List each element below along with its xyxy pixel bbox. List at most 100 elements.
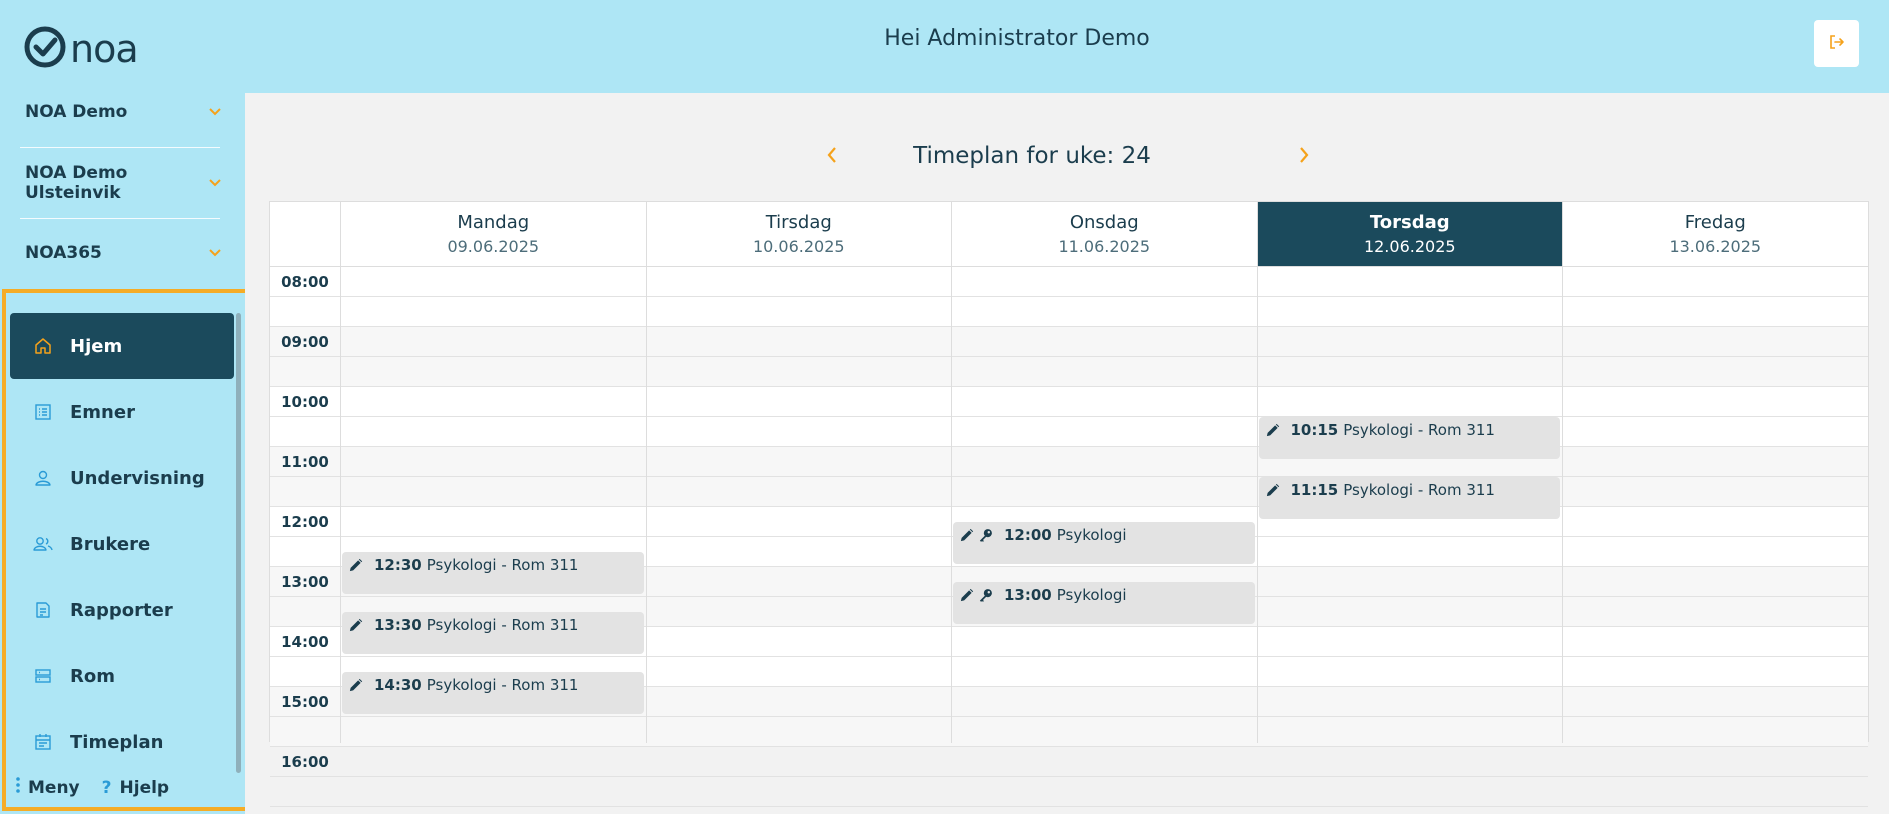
pencil-icon[interactable]: [1265, 483, 1284, 502]
room-icon: [10, 667, 70, 685]
day-date: 12.06.2025: [1363, 237, 1456, 256]
org-label: NOA Demo: [25, 102, 128, 122]
sidebar-footer: Meny ? Hjelp: [16, 777, 191, 798]
main-content: Timeplan for uke: 24 Mandag 09.06.2025 Tir…: [245, 93, 1889, 814]
next-week-button[interactable]: [1289, 139, 1319, 175]
event-icons: [1265, 423, 1284, 442]
sidebar-item-label: Brukere: [70, 533, 151, 555]
week-title: Timeplan for uke: 24: [913, 143, 1151, 169]
event-icons: [1265, 483, 1284, 502]
schedule-event[interactable]: 12:30 Psykologi - Rom 311: [342, 552, 644, 594]
time-slot-row: [270, 327, 1868, 357]
time-label: 11:00: [281, 453, 329, 471]
column-divider: [1562, 267, 1563, 743]
pencil-icon[interactable]: [959, 588, 978, 607]
key-icon[interactable]: [978, 528, 997, 547]
pencil-icon[interactable]: [348, 618, 367, 637]
sidebar-item-rapporter[interactable]: Rapporter: [10, 577, 234, 643]
noa-check-icon: [24, 26, 66, 72]
home-icon: [10, 337, 70, 355]
column-divider: [1256, 267, 1258, 743]
more-vertical-icon: [16, 777, 20, 798]
time-label: 12:00: [281, 513, 329, 531]
time-slot-row: [270, 717, 1868, 747]
time-label: 14:00: [281, 633, 329, 651]
logo-text: noa: [70, 27, 139, 71]
time-slot-row: [270, 267, 1868, 297]
day-date: 11.06.2025: [1058, 237, 1151, 256]
event-title: Psykologi: [1056, 586, 1127, 604]
event-icons: [348, 618, 367, 637]
event-title: Psykologi - Rom 311: [426, 616, 579, 634]
event-icons: [348, 678, 367, 697]
header-corner: [270, 202, 340, 267]
day-date: 13.06.2025: [1669, 237, 1762, 256]
time-slot-row: [270, 387, 1868, 417]
day-header-fredag: Fredag 13.06.2025: [1562, 202, 1868, 267]
event-time: 12:00: [1004, 526, 1052, 544]
week-navigation: Timeplan for uke: 24: [245, 139, 1889, 179]
logout-icon: [1828, 34, 1846, 54]
time-label: 16:00: [281, 753, 329, 771]
pencil-icon[interactable]: [1265, 423, 1284, 442]
menu-button[interactable]: Meny: [16, 777, 80, 798]
sidebar-item-undervisning[interactable]: Undervisning: [10, 445, 234, 511]
time-slot-row: [270, 447, 1868, 477]
column-divider: [951, 267, 952, 743]
event-time: 12:30: [374, 556, 422, 574]
schedule-event[interactable]: 12:00 Psykologi: [953, 522, 1255, 564]
pencil-icon[interactable]: [959, 528, 978, 547]
time-slot-row: [270, 777, 1868, 807]
org-selector-noa-demo-ulsteinvik[interactable]: NOA Demo Ulsteinvik: [20, 148, 225, 218]
schedule-event[interactable]: 14:30 Psykologi - Rom 311: [342, 672, 644, 714]
report-icon: [10, 601, 70, 619]
event-icons: [959, 588, 997, 607]
schedule-event[interactable]: 10:15 Psykologi - Rom 311: [1258, 417, 1560, 459]
help-button[interactable]: ? Hjelp: [102, 778, 169, 798]
chevron-down-icon: [209, 104, 221, 120]
event-title: Psykologi - Rom 311: [426, 676, 579, 694]
schedule-event[interactable]: 11:15 Psykologi - Rom 311: [1258, 477, 1560, 519]
menu-label: Meny: [28, 777, 80, 798]
event-time: 11:15: [1290, 481, 1339, 499]
time-label: 09:00: [281, 333, 329, 351]
schedule-event[interactable]: 13:30 Psykologi - Rom 311: [342, 612, 644, 654]
sidebar-item-timeplan[interactable]: Timeplan: [10, 709, 234, 775]
time-label: 15:00: [281, 693, 329, 711]
org-selector-noa365[interactable]: NOA365: [20, 218, 225, 288]
sidebar-item-brukere[interactable]: Brukere: [10, 511, 234, 577]
sidebar-item-hjem[interactable]: Hjem: [10, 313, 234, 379]
event-title: Psykologi: [1056, 526, 1127, 544]
noa-logo[interactable]: noa: [24, 26, 139, 72]
event-time: 13:30: [374, 616, 422, 634]
person-icon: [10, 469, 70, 487]
key-icon[interactable]: [978, 588, 997, 607]
sidebar-item-rom[interactable]: Rom: [10, 643, 234, 709]
time-slot-row: [270, 297, 1868, 327]
time-label: 13:00: [281, 573, 329, 591]
pencil-icon[interactable]: [348, 558, 367, 577]
time-slot-row: [270, 747, 1868, 777]
event-time: 10:15: [1290, 421, 1339, 439]
event-title: Psykologi - Rom 311: [1343, 481, 1495, 499]
time-slot-row: [270, 477, 1868, 507]
schedule-event[interactable]: 13:00 Psykologi: [953, 582, 1255, 624]
day-header-tirsdag: Tirsdag 10.06.2025: [645, 202, 951, 267]
sidebar-item-emner[interactable]: Emner: [10, 379, 234, 445]
column-divider: [340, 267, 341, 743]
day-name: Tirsdag: [765, 212, 832, 233]
pencil-icon[interactable]: [348, 678, 367, 697]
greeting-text: Hei Administrator Demo: [884, 26, 1150, 51]
org-selector-noa-demo[interactable]: NOA Demo: [20, 77, 225, 147]
logout-button[interactable]: [1814, 20, 1859, 67]
day-name: Onsdag: [1069, 212, 1139, 233]
sidebar-scrollbar[interactable]: [236, 313, 241, 773]
users-icon: [10, 535, 70, 553]
day-name: Mandag: [457, 212, 530, 233]
sidebar-item-label: Rapporter: [70, 599, 173, 621]
event-icons: [959, 528, 997, 547]
org-label: NOA365: [25, 243, 102, 263]
sidebar-item-label: Timeplan: [70, 731, 164, 753]
event-title: Psykologi - Rom 311: [1343, 421, 1495, 439]
sidebar-item-label: Rom: [70, 665, 115, 687]
